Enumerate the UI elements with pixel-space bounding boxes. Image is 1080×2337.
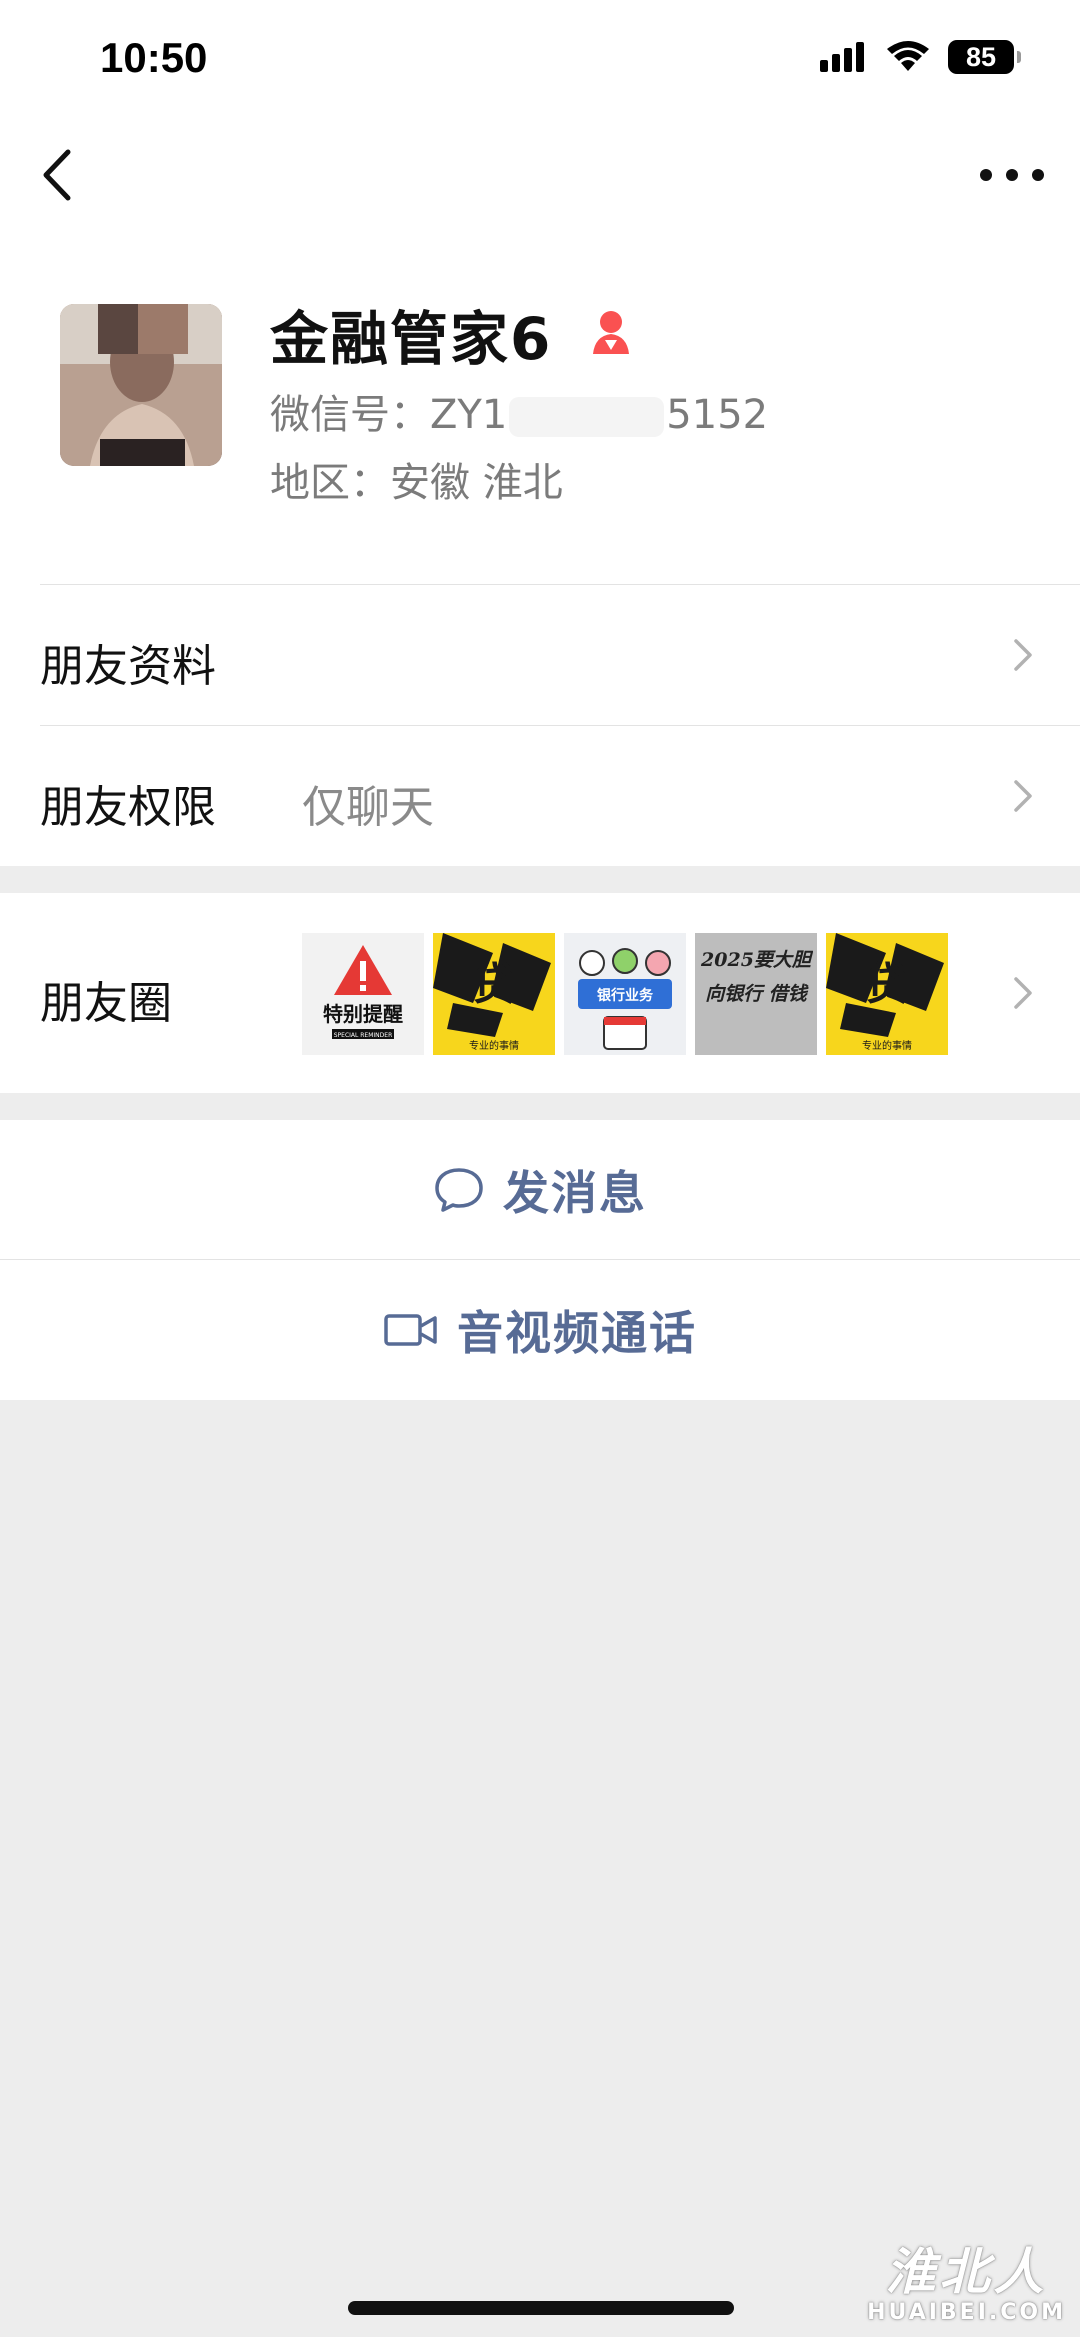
status-icons: 85 bbox=[820, 40, 1021, 74]
chevron-right-icon bbox=[1014, 977, 1032, 1009]
moment-thumb-title: 特别提醒 bbox=[323, 1002, 403, 1026]
more-dots-icon[interactable] bbox=[972, 140, 1052, 210]
video-camera-icon bbox=[384, 1314, 437, 1346]
status-time: 10:50 bbox=[100, 34, 208, 81]
nav-bar bbox=[0, 120, 1080, 230]
row-friend-permission[interactable]: 朋友权限 仅聊天 bbox=[0, 726, 1080, 866]
video-call-button[interactable]: 音视频通话 bbox=[0, 1260, 1080, 1400]
chevron-left-icon[interactable] bbox=[30, 140, 100, 210]
wifi-icon bbox=[887, 41, 929, 71]
female-icon bbox=[593, 311, 629, 354]
nickname: 金融管家6 bbox=[270, 305, 553, 373]
moment-thumb: 贷 专业的事情 bbox=[826, 933, 948, 1055]
moment-thumb-title: 贷 bbox=[865, 959, 909, 1010]
moment-thumb: 2025要大胆 向银行 借钱 bbox=[695, 933, 817, 1055]
wechat-id-prefix: 微信号：ZY1 bbox=[270, 392, 508, 438]
moment-thumb: 特别提醒 SPECIAL REMINDER bbox=[302, 933, 424, 1055]
video-call-label: 音视频通话 bbox=[457, 1306, 697, 1360]
watermark-cn: 淮北人 bbox=[885, 2243, 1048, 2301]
wechat-id-suffix: 5152 bbox=[666, 392, 769, 438]
region: 地区：安徽 淮北 bbox=[270, 460, 563, 506]
moment-thumb-sub: 专业的事情 bbox=[862, 1039, 912, 1052]
row-friend-permission-value: 仅聊天 bbox=[302, 782, 434, 833]
chevron-right-icon bbox=[1014, 780, 1032, 812]
moment-thumb: 银行业务 bbox=[564, 933, 686, 1055]
signal-icon bbox=[820, 42, 864, 72]
send-message-label: 发消息 bbox=[503, 1166, 647, 1220]
status-bar: 10:50 85 bbox=[0, 0, 1080, 120]
wechat-id: 微信号：ZY1 5152 bbox=[270, 382, 768, 440]
watermark-logo: 淮北人 HUAIBEI.COM bbox=[867, 2232, 1066, 2325]
moment-thumb-sub: 专业的事情 bbox=[469, 1039, 519, 1052]
home-indicator[interactable] bbox=[348, 2301, 734, 2315]
row-friend-permission-label: 朋友权限 bbox=[40, 782, 216, 833]
moment-thumb-title: 银行业务 bbox=[597, 987, 654, 1004]
moment-thumb-title: 2025要大胆 向银行 借钱 bbox=[701, 949, 811, 1005]
battery-indicator: 85 bbox=[948, 40, 1021, 74]
row-moments-label: 朋友圈 bbox=[40, 978, 172, 1029]
chat-bubble-icon bbox=[435, 1168, 483, 1212]
moment-thumb: 贷 专业的事情 bbox=[433, 933, 555, 1055]
moment-thumb-sub: SPECIAL REMINDER bbox=[334, 1032, 393, 1039]
row-friend-info-label: 朋友资料 bbox=[40, 641, 216, 692]
send-message-button[interactable]: 发消息 bbox=[0, 1120, 1080, 1260]
moment-thumb-title: 贷 bbox=[472, 959, 516, 1010]
moments-thumbnails: 特别提醒 SPECIAL REMINDER 贷 专业的事情 银行业务 2025要… bbox=[302, 933, 948, 1055]
profile-header: 金融管家6 微信号：ZY1 5152 地区：安徽 淮北 bbox=[0, 230, 1080, 585]
avatar[interactable] bbox=[60, 304, 222, 466]
chevron-right-icon bbox=[1014, 639, 1032, 671]
row-friend-info[interactable]: 朋友资料 bbox=[0, 585, 1080, 726]
watermark-en: HUAIBEI.COM bbox=[867, 2300, 1066, 2325]
row-moments[interactable]: 朋友圈 特别提醒 SPECIAL REMINDER 贷 专业的事情 银行业务 2… bbox=[0, 893, 1080, 1093]
redaction-mask bbox=[509, 397, 665, 437]
